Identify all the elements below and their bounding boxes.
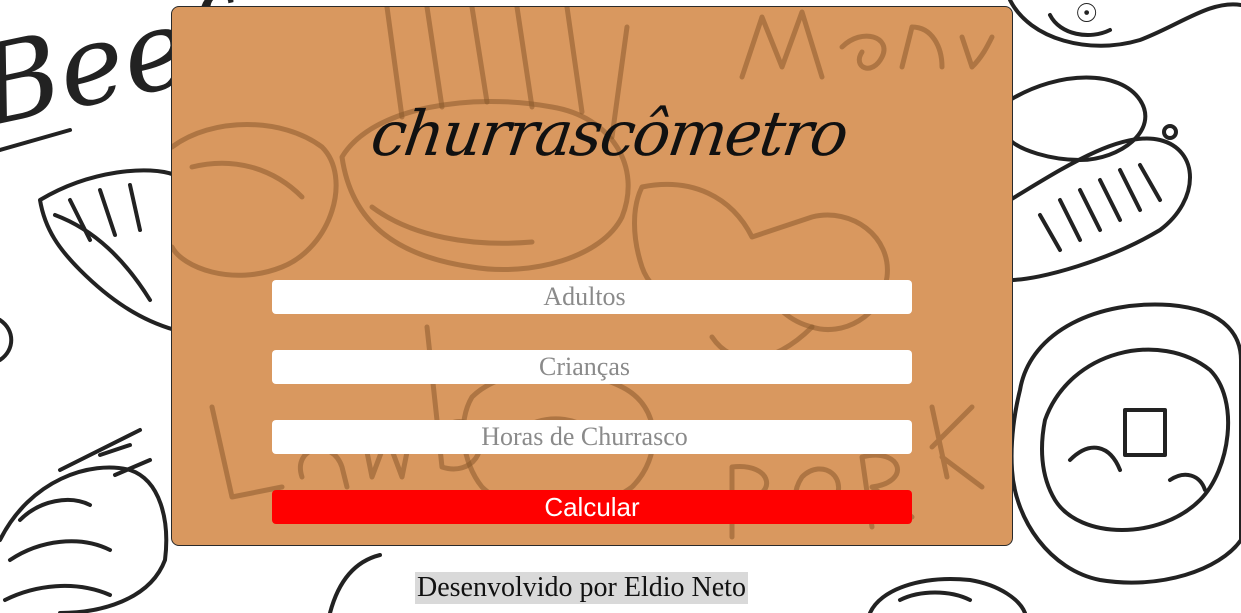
hours-input[interactable]: [272, 420, 912, 454]
calculator-card: churrascômetro Calcular: [171, 6, 1013, 546]
footer-credit: Desenvolvido por Eldio Neto: [415, 572, 748, 604]
app-logo: churrascômetro: [366, 97, 852, 170]
kids-input[interactable]: [272, 350, 912, 384]
adults-input[interactable]: [272, 280, 912, 314]
svg-text:☉: ☉: [1075, 0, 1098, 29]
calculate-button[interactable]: Calcular: [272, 490, 912, 524]
card-background-illustration: [172, 7, 995, 540]
